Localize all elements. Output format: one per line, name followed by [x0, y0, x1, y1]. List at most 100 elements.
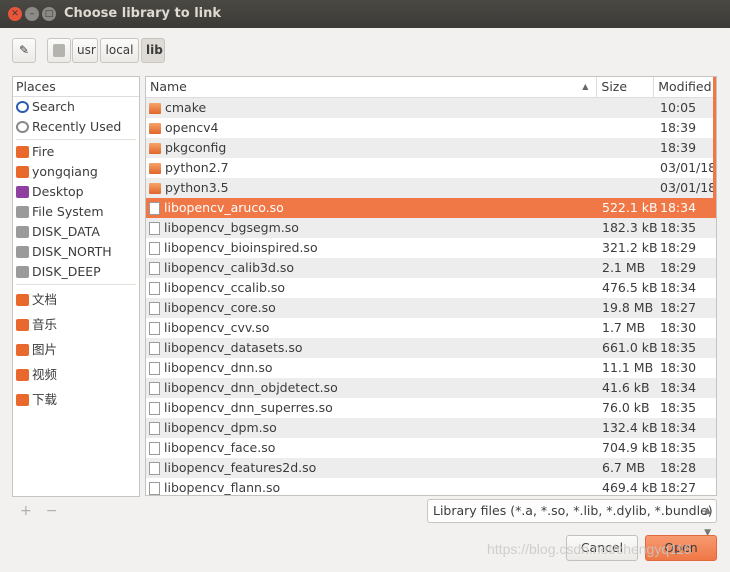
- file-size: 6.7 MB: [602, 460, 646, 475]
- folder-row[interactable]: opencv4 18:39: [146, 118, 716, 138]
- file-name: libopencv_flann.so: [164, 480, 281, 495]
- places-item-label: Search: [32, 99, 75, 114]
- drive-icon: [16, 226, 29, 238]
- maximize-icon[interactable]: □: [42, 7, 56, 21]
- file-size: [599, 98, 656, 118]
- file-icon: [149, 341, 160, 355]
- file-icon: [149, 221, 160, 235]
- file-modified: 10:05: [660, 100, 697, 115]
- file-row[interactable]: libopencv_dnn_superres.so 76.0 kB 18:35: [146, 398, 716, 418]
- file-row[interactable]: libopencv_calib3d.so 2.1 MB 18:29: [146, 258, 716, 278]
- file-icon: [149, 481, 160, 495]
- file-icon: [149, 281, 160, 295]
- name-cell: libopencv_bgsegm.so: [146, 218, 599, 238]
- file-row[interactable]: libopencv_flann.so 469.4 kB 18:27: [146, 478, 716, 495]
- places-item[interactable]: Desktop: [13, 182, 139, 202]
- name-cell: libopencv_dpm.so: [146, 418, 599, 438]
- file-modified: 18:34: [660, 420, 697, 435]
- folder-icon: [16, 146, 29, 158]
- path-local-button[interactable]: local: [100, 38, 139, 63]
- path-lib-button[interactable]: lib: [141, 38, 165, 63]
- file-name: libopencv_dnn_objdetect.so: [164, 380, 338, 395]
- file-name: libopencv_cvv.so: [164, 320, 270, 335]
- places-item[interactable]: 文档: [13, 287, 139, 312]
- file-row[interactable]: libopencv_dnn_objdetect.so 41.6 kB 18:34: [146, 378, 716, 398]
- column-size[interactable]: Size: [597, 77, 655, 97]
- window-title: Choose library to link: [64, 6, 222, 21]
- places-header: Places: [13, 77, 139, 97]
- places-item[interactable]: 图片: [13, 337, 139, 362]
- places-item[interactable]: 下载: [13, 387, 139, 412]
- file-name: libopencv_bioinspired.so: [164, 240, 318, 255]
- minimize-icon[interactable]: –: [25, 7, 39, 21]
- places-item-label: DISK_DEEP: [32, 264, 101, 279]
- places-item[interactable]: File System: [13, 202, 139, 222]
- file-row[interactable]: libopencv_ccalib.so 476.5 kB 18:34: [146, 278, 716, 298]
- path-root-button[interactable]: [47, 38, 71, 63]
- places-item[interactable]: 音乐: [13, 312, 139, 337]
- folder-row[interactable]: cmake 10:05: [146, 98, 716, 118]
- places-item-label: Fire: [32, 144, 55, 159]
- videos-folder-icon: [16, 368, 29, 381]
- file-modified: 18:39: [660, 140, 697, 155]
- file-row[interactable]: libopencv_dnn.so 11.1 MB 18:30: [146, 358, 716, 378]
- name-cell: libopencv_ccalib.so: [146, 278, 599, 298]
- file-row[interactable]: libopencv_datasets.so 661.0 kB 18:35: [146, 338, 716, 358]
- folder-row[interactable]: python2.7 03/01/18: [146, 158, 716, 178]
- places-item[interactable]: DISK_NORTH: [13, 242, 139, 262]
- file-size: [599, 118, 656, 138]
- places-item[interactable]: 视频: [13, 362, 139, 387]
- file-size: 2.1 MB: [602, 260, 646, 275]
- folder-row[interactable]: python3.5 03/01/18: [146, 178, 716, 198]
- name-cell: libopencv_face.so: [146, 438, 599, 458]
- places-item[interactable]: Fire: [13, 142, 139, 162]
- type-location-button[interactable]: ✎: [12, 38, 36, 63]
- file-row[interactable]: libopencv_bgsegm.so 182.3 kB 18:35: [146, 218, 716, 238]
- column-name-label: Name: [150, 79, 187, 94]
- places-item[interactable]: yongqiang: [13, 162, 139, 182]
- column-modified[interactable]: Modified: [654, 77, 716, 97]
- file-row[interactable]: libopencv_core.so 19.8 MB 18:27: [146, 298, 716, 318]
- file-row[interactable]: libopencv_features2d.so 6.7 MB 18:28: [146, 458, 716, 478]
- file-row[interactable]: libopencv_aruco.so 522.1 kB 18:34: [146, 198, 716, 218]
- file-row[interactable]: libopencv_bioinspired.so 321.2 kB 18:29: [146, 238, 716, 258]
- places-sidebar: Places Search Recently Used Fire yongqiang D…: [12, 76, 140, 497]
- places-item[interactable]: DISK_DEEP: [13, 262, 139, 282]
- file-size: 182.3 kB: [602, 220, 658, 235]
- places-item[interactable]: Recently Used: [13, 117, 139, 137]
- remove-bookmark-icon[interactable]: −: [46, 503, 72, 519]
- path-usr-button[interactable]: usr: [72, 38, 98, 63]
- file-name: libopencv_dnn.so: [164, 360, 273, 375]
- file-name: opencv4: [165, 120, 219, 135]
- folder-icon: [149, 122, 161, 134]
- name-cell: opencv4: [146, 118, 599, 138]
- file-size: 661.0 kB: [602, 340, 658, 355]
- file-name: libopencv_features2d.so: [164, 460, 317, 475]
- file-name: cmake: [165, 100, 207, 115]
- file-icon: [149, 321, 160, 335]
- file-icon: [149, 421, 160, 435]
- file-row[interactable]: libopencv_face.so 704.9 kB 18:35: [146, 438, 716, 458]
- file-filter-value: Library files (*.a, *.so, *.lib, *.dylib…: [433, 503, 713, 518]
- file-name: pkgconfig: [165, 140, 227, 155]
- close-icon[interactable]: ✕: [8, 7, 22, 21]
- column-name[interactable]: Name ▲: [146, 77, 598, 97]
- places-item[interactable]: DISK_DATA: [13, 222, 139, 242]
- file-row[interactable]: libopencv_cvv.so 1.7 MB 18:30: [146, 318, 716, 338]
- file-filter-select[interactable]: Library files (*.a, *.so, *.lib, *.dylib…: [427, 499, 717, 538]
- file-name: libopencv_dpm.so: [164, 420, 277, 435]
- add-bookmark-icon[interactable]: +: [20, 503, 46, 519]
- places-item[interactable]: Search: [13, 97, 139, 117]
- name-cell: libopencv_calib3d.so: [146, 258, 599, 278]
- scrollbar[interactable]: [713, 77, 716, 201]
- pencil-icon: ✎: [18, 43, 30, 57]
- folder-row[interactable]: pkgconfig 18:39: [146, 138, 716, 158]
- name-cell: libopencv_core.so: [146, 298, 599, 318]
- file-icon: [149, 401, 160, 415]
- file-modified: 18:29: [660, 240, 697, 255]
- file-row[interactable]: libopencv_dpm.so 132.4 kB 18:34: [146, 418, 716, 438]
- music-folder-icon: [16, 318, 29, 331]
- file-modified: 18:30: [660, 360, 697, 375]
- places-item-label: 音乐: [32, 316, 58, 332]
- places-item-label: Recently Used: [32, 119, 122, 134]
